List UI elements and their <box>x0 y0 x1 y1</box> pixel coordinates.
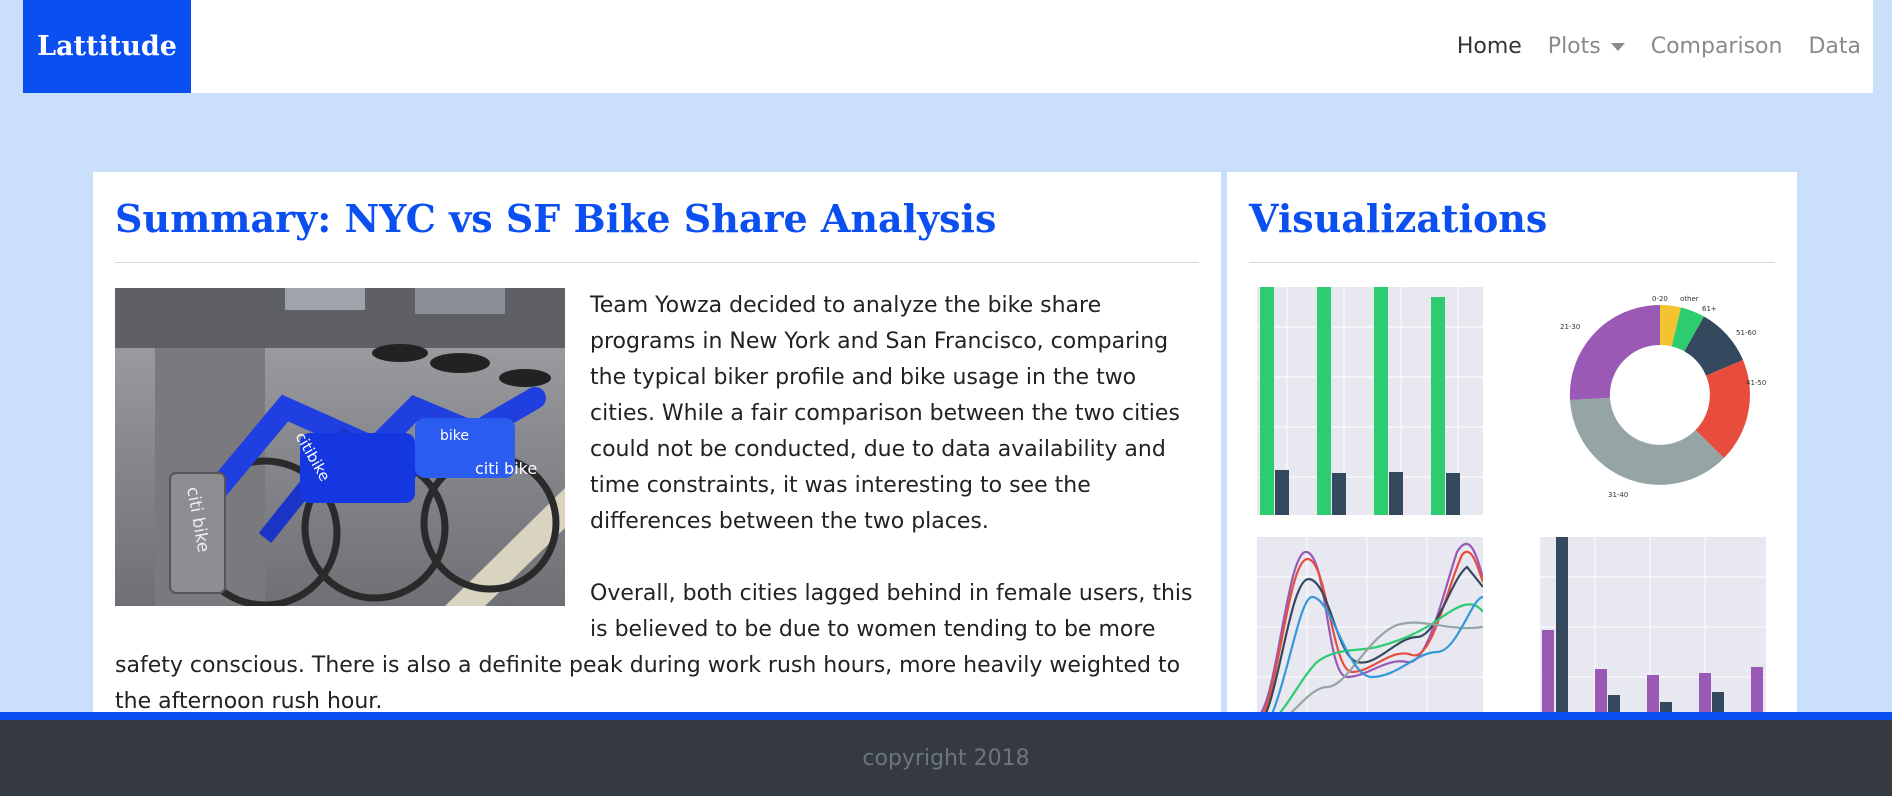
donut-chart-thumbnail[interactable]: 0-20 other 61+ 51-60 41-50 31-40 21-30 <box>1540 286 1766 515</box>
footer: copyright 2018 <box>0 720 1892 796</box>
nav-link-home[interactable]: Home <box>1457 34 1522 59</box>
visualizations-divider <box>1249 261 1775 263</box>
pie-label-other: other <box>1680 295 1699 303</box>
pie-label-41-50: 41-50 <box>1746 379 1766 387</box>
photo-text-rear: bike <box>440 428 469 444</box>
bike-share-photo: citi bike citibike citi bike bike <box>115 287 565 606</box>
copyright-text: copyright 2018 <box>862 745 1030 771</box>
summary-card: Summary: NYC vs SF Bike Share Analysis c… <box>93 172 1221 722</box>
bar-chart-thumbnail[interactable] <box>1257 286 1483 515</box>
navbar: Lattitude Home Plots Comparison Data <box>23 0 1873 93</box>
footer-accent-line <box>0 712 1892 720</box>
pie-label-21-30: 21-30 <box>1560 323 1580 331</box>
visualizations-card: Visualizations 0-20 other 61+ 51-60 41-5… <box>1227 172 1797 722</box>
caret-down-icon <box>1610 42 1625 51</box>
line-chart-thumbnail[interactable] <box>1257 536 1483 722</box>
visualizations-title: Visualizations <box>1249 196 1548 241</box>
visualization-thumbnails: 0-20 other 61+ 51-60 41-50 31-40 21-30 <box>1227 286 1797 722</box>
summary-title: Summary: NYC vs SF Bike Share Analysis <box>115 196 997 241</box>
pie-label-51-60: 51-60 <box>1736 329 1756 337</box>
nav-plots-label: Plots <box>1547 34 1601 59</box>
nav-link-data[interactable]: Data <box>1808 34 1861 59</box>
pie-label-0-20: 0-20 <box>1652 295 1668 303</box>
pie-label-31-40: 31-40 <box>1608 491 1628 499</box>
nav-dropdown-plots[interactable]: Plots <box>1548 34 1625 59</box>
summary-divider <box>115 261 1199 263</box>
summary-body: citi bike citibike citi bike bike Team Y… <box>115 287 1199 720</box>
pie-label-61-plus: 61+ <box>1702 305 1717 313</box>
nav-link-comparison[interactable]: Comparison <box>1651 34 1783 59</box>
brand-logo[interactable]: Lattitude <box>23 0 191 93</box>
nav-links: Home Plots Comparison Data <box>1431 0 1861 93</box>
photo-text-fender: citi bike <box>475 459 537 478</box>
grouped-bar-chart-thumbnail[interactable] <box>1540 536 1766 722</box>
